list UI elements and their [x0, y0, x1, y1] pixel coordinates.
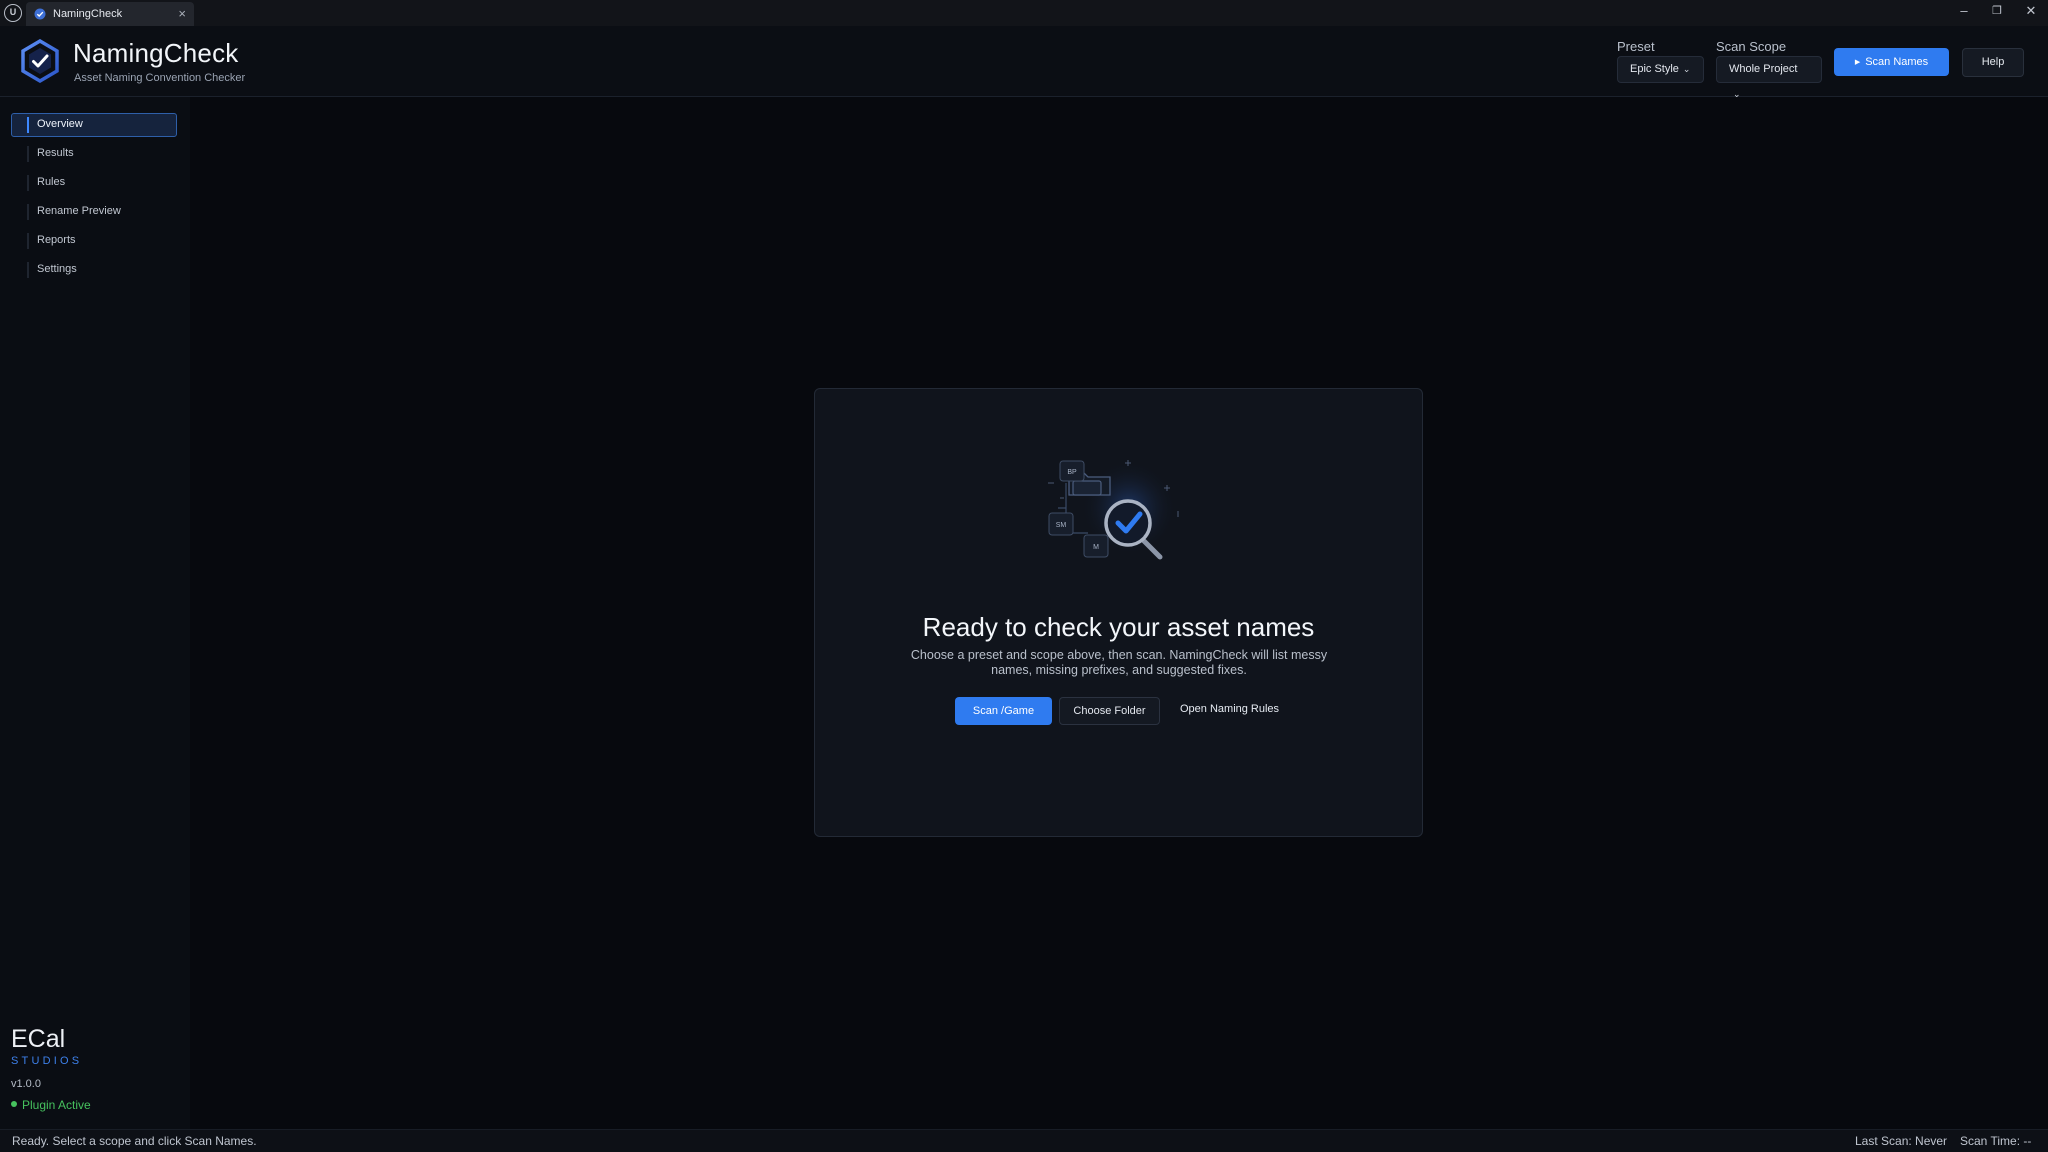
status-bar: Ready. Select a scope and click Scan Nam… [0, 1129, 2048, 1152]
plugin-version: v1.0.0 [11, 1078, 41, 1090]
scan-game-button[interactable]: Scan /Game [955, 697, 1052, 725]
open-naming-rules-link[interactable]: Open Naming Rules [1180, 703, 1279, 715]
scan-scope-value: Whole Project [1729, 63, 1798, 75]
tag-sm: SM [1056, 522, 1067, 529]
close-button[interactable]: ✕ [2017, 2, 2045, 22]
sidebar-item-label: Results [37, 147, 74, 159]
preset-dropdown[interactable]: Epic Style ⌄ [1617, 56, 1704, 83]
sidebar-item-label: Reports [37, 234, 76, 246]
minimize-button[interactable]: – [1950, 2, 1978, 22]
sidebar-item-overview[interactable]: Overview [11, 113, 177, 137]
restore-button[interactable]: ❐ [1983, 2, 2011, 22]
status-message: Ready. Select a scope and click Scan Nam… [12, 1134, 257, 1148]
chevron-down-icon: ⌄ [1682, 64, 1691, 74]
empty-state-description: Choose a preset and scope above, then sc… [910, 648, 1328, 677]
sidebar-item-label: Rename Preview [37, 205, 121, 217]
tab-check-icon [34, 8, 46, 20]
scan-scope-label: Scan Scope [1716, 39, 1787, 54]
scan-scope-dropdown[interactable]: Whole Project ⌄ [1716, 56, 1822, 99]
scan-names-label: Scan Names [1865, 56, 1929, 68]
app-subtitle: Asset Naming Convention Checker [74, 72, 246, 84]
tag-m: M [1093, 544, 1099, 551]
empty-state-title: Ready to check your asset names [922, 612, 1315, 642]
tag-bp: BP [1067, 469, 1077, 476]
sidebar-item-reports[interactable]: Reports [11, 229, 177, 253]
sidebar-item-label: Settings [37, 263, 77, 275]
plugin-status: Plugin Active [11, 1098, 91, 1112]
studio-brand-name: ECal [11, 1025, 66, 1053]
document-tab[interactable]: NamingCheck × [26, 2, 194, 26]
preset-label: Preset [1617, 39, 1655, 54]
app-title: NamingCheck [73, 38, 239, 68]
sidebar-item-settings[interactable]: Settings [11, 258, 177, 282]
sidebar-item-label: Overview [37, 118, 83, 130]
empty-state-card: BP SM M Ready to check your asset names … [814, 388, 1423, 837]
preset-value: Epic Style [1630, 63, 1679, 75]
engine-logo-icon[interactable]: U [4, 4, 22, 22]
plugin-status-label: Plugin Active [22, 1098, 91, 1112]
status-dot-icon [11, 1101, 17, 1107]
sidebar-item-label: Rules [37, 176, 66, 188]
studio-brand-sub: STUDIOS [11, 1055, 83, 1067]
magnifier-check-icon: BP SM M [1048, 460, 1179, 560]
nav-indicator [27, 233, 29, 249]
sidebar-item-results[interactable]: Results [11, 142, 177, 166]
chevron-down-icon: ⌄ [1733, 89, 1741, 99]
nav-indicator [27, 146, 29, 162]
hexagon-check-icon [21, 39, 59, 83]
play-icon: ▶ [1854, 59, 1861, 66]
tab-label: NamingCheck [53, 8, 123, 20]
choose-folder-button[interactable]: Choose Folder [1059, 697, 1160, 725]
sidebar: Overview Results Rules Rename Preview Re… [0, 97, 190, 1129]
nav-indicator [27, 175, 29, 191]
nav-indicator [27, 262, 29, 278]
last-scan-status: Last Scan: Never [1855, 1134, 1948, 1148]
title-bar: U NamingCheck × – ❐ ✕ [0, 0, 2048, 26]
tab-close-icon[interactable]: × [178, 6, 186, 21]
sidebar-item-rename-preview[interactable]: Rename Preview [11, 200, 177, 224]
app-header: NamingCheck Asset Naming Convention Chec… [0, 26, 2048, 99]
sidebar-item-rules[interactable]: Rules [11, 171, 177, 195]
nav-indicator [27, 204, 29, 220]
help-button[interactable]: Help [1962, 48, 2024, 77]
nav-indicator [27, 117, 29, 133]
scan-time-status: Scan Time: -- [1960, 1134, 2032, 1148]
scan-names-button[interactable]: ▶ Scan Names [1834, 48, 1949, 76]
